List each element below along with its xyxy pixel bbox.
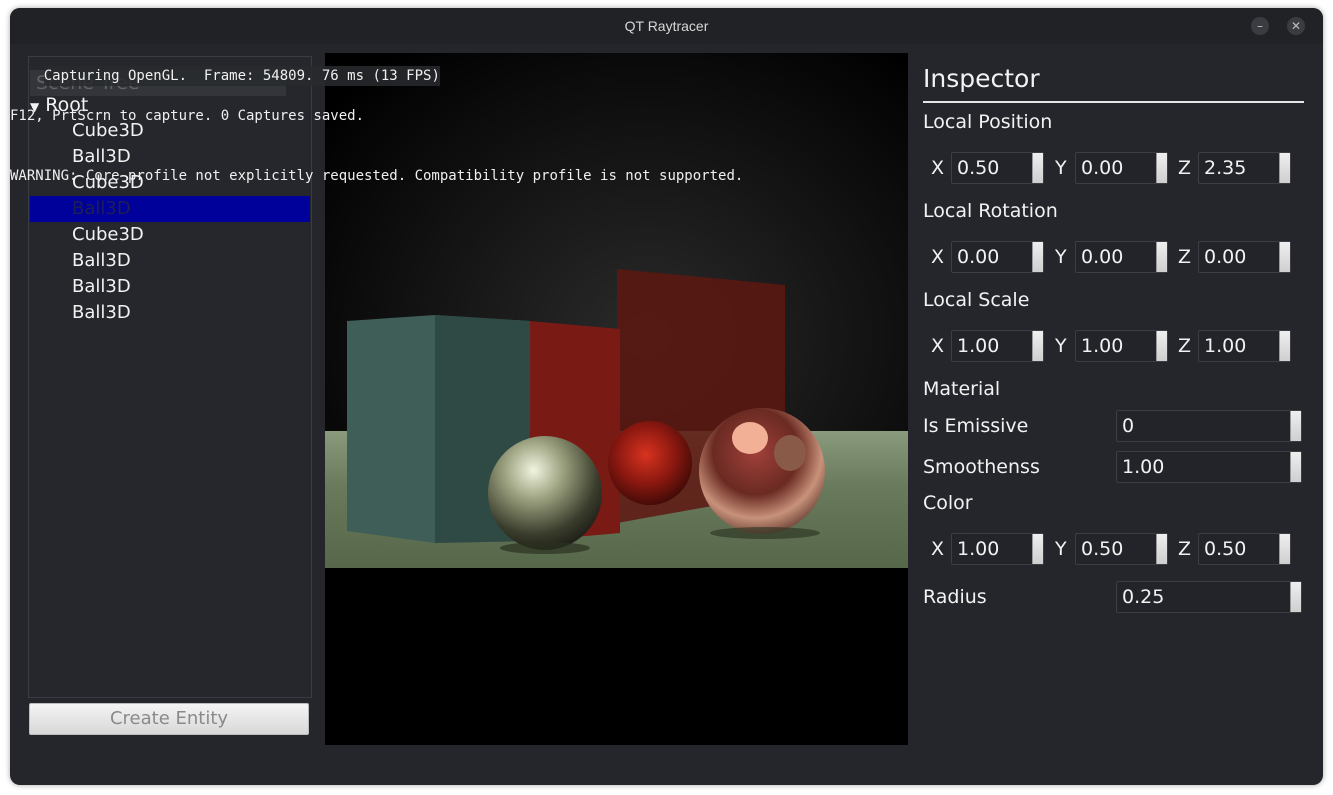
radius-spinbox[interactable]: 0.25: [1116, 581, 1302, 613]
inspector-divider: [923, 101, 1304, 103]
position-z-axis-label: Z: [1178, 157, 1192, 179]
color-z-spinbox[interactable]: 0.50: [1198, 533, 1291, 565]
smoothness-label: Smoothenss: [923, 456, 1040, 478]
spin-arrows-icon[interactable]: [1156, 153, 1167, 183]
scale-y-axis-label: Y: [1055, 335, 1067, 357]
radius-label: Radius: [923, 586, 987, 608]
rotation-x-spinbox[interactable]: 0.00: [951, 241, 1044, 273]
color-x-spinbox[interactable]: 1.00: [951, 533, 1044, 565]
rotation-y-axis-label: Y: [1055, 246, 1067, 268]
color-z-value: 0.50: [1204, 538, 1247, 560]
scale-z-value: 1.00: [1204, 335, 1247, 357]
color-z-axis-label: Z: [1178, 538, 1192, 560]
app-window: QT Raytracer – ✕ Scene Tree ▼ Root Cube3…: [10, 8, 1323, 785]
spin-arrows-icon[interactable]: [1279, 153, 1290, 183]
tree-item[interactable]: Ball3D: [30, 300, 310, 326]
local-scale-label: Local Scale: [923, 289, 1030, 311]
position-x-spinbox[interactable]: 0.50: [951, 152, 1044, 184]
spin-arrows-icon[interactable]: [1279, 534, 1290, 564]
tree-item[interactable]: Ball3D: [30, 274, 310, 300]
local-rotation-label: Local Rotation: [923, 200, 1058, 222]
material-label: Material: [923, 378, 1001, 400]
inspector-title: Inspector: [923, 64, 1040, 93]
position-x-axis-label: X: [931, 157, 945, 179]
position-z-value: 2.35: [1204, 157, 1247, 179]
is-emissive-spinbox[interactable]: 0: [1116, 410, 1302, 442]
spin-arrows-icon[interactable]: [1279, 331, 1290, 361]
position-y-spinbox[interactable]: 0.00: [1075, 152, 1168, 184]
local-position-label: Local Position: [923, 111, 1053, 133]
rotation-y-value: 0.00: [1081, 246, 1124, 268]
spin-arrows-icon[interactable]: [1032, 153, 1043, 183]
position-x-value: 0.50: [957, 157, 1000, 179]
scale-z-spinbox[interactable]: 1.00: [1198, 330, 1291, 362]
color-x-value: 1.00: [957, 538, 1000, 560]
spin-arrows-icon[interactable]: [1290, 452, 1301, 482]
spin-arrows-icon[interactable]: [1032, 242, 1043, 272]
rotation-z-axis-label: Z: [1178, 246, 1192, 268]
rotation-z-value: 0.00: [1204, 246, 1247, 268]
scale-x-value: 1.00: [957, 335, 1000, 357]
spin-arrows-icon[interactable]: [1032, 534, 1043, 564]
create-entity-button[interactable]: Create Entity: [29, 703, 309, 735]
rotation-x-axis-label: X: [931, 246, 945, 268]
smoothness-value: 1.00: [1122, 456, 1165, 478]
is-emissive-label: Is Emissive: [923, 415, 1029, 437]
scale-y-spinbox[interactable]: 1.00: [1075, 330, 1168, 362]
color-x-axis-label: X: [931, 538, 945, 560]
rotation-z-spinbox[interactable]: 0.00: [1198, 241, 1291, 273]
scale-x-spinbox[interactable]: 1.00: [951, 330, 1044, 362]
rotation-x-value: 0.00: [957, 246, 1000, 268]
radius-value: 0.25: [1122, 586, 1165, 608]
position-y-value: 0.00: [1081, 157, 1124, 179]
scale-z-axis-label: Z: [1178, 335, 1192, 357]
capture-status-text: Capturing OpenGL. Frame: 54809. 76 ms (1…: [43, 66, 440, 86]
scale-x-axis-label: X: [931, 335, 945, 357]
spin-arrows-icon[interactable]: [1156, 534, 1167, 564]
spin-arrows-icon[interactable]: [1290, 582, 1301, 612]
position-z-spinbox[interactable]: 2.35: [1198, 152, 1291, 184]
spin-arrows-icon[interactable]: [1279, 242, 1290, 272]
smoothness-spinbox[interactable]: 1.00: [1116, 451, 1302, 483]
capture-overlay: Capturing OpenGL. Frame: 54809. 76 ms (1…: [10, 46, 743, 226]
scale-y-value: 1.00: [1081, 335, 1124, 357]
is-emissive-value: 0: [1122, 415, 1135, 437]
rotation-y-spinbox[interactable]: 0.00: [1075, 241, 1168, 273]
color-y-spinbox[interactable]: 0.50: [1075, 533, 1168, 565]
spin-arrows-icon[interactable]: [1156, 242, 1167, 272]
spin-arrows-icon[interactable]: [1290, 411, 1301, 441]
capture-hint-text: F12, PrtScrn to capture. 0 Captures save…: [10, 108, 365, 124]
color-y-value: 0.50: [1081, 538, 1124, 560]
inspector-panel: Inspector Local Position X 0.50 Y 0.00 Z 2.35…: [923, 8, 1323, 785]
color-label: Color: [923, 492, 973, 514]
warning-text: WARNING: Core profile not explicitly req…: [10, 168, 744, 184]
position-y-axis-label: Y: [1055, 157, 1067, 179]
tree-item[interactable]: Ball3D: [30, 248, 310, 274]
window-title: QT Raytracer: [624, 18, 709, 34]
spin-arrows-icon[interactable]: [1156, 331, 1167, 361]
spin-arrows-icon[interactable]: [1032, 331, 1043, 361]
color-y-axis-label: Y: [1055, 538, 1067, 560]
